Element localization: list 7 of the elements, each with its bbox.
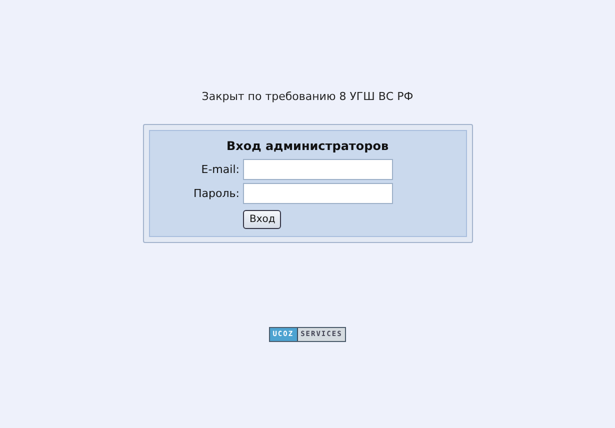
notice-text: Закрыт по требованию 8 УГШ ВС РФ: [202, 89, 414, 105]
field-label: Пароль:: [194, 187, 240, 200]
form-title: Вход администраторов: [226, 138, 389, 154]
login-button[interactable]: Вход: [243, 210, 282, 229]
input-field[interactable]: [243, 183, 394, 204]
input-field[interactable]: [243, 159, 394, 180]
field-label: E-mail:: [200, 163, 240, 176]
